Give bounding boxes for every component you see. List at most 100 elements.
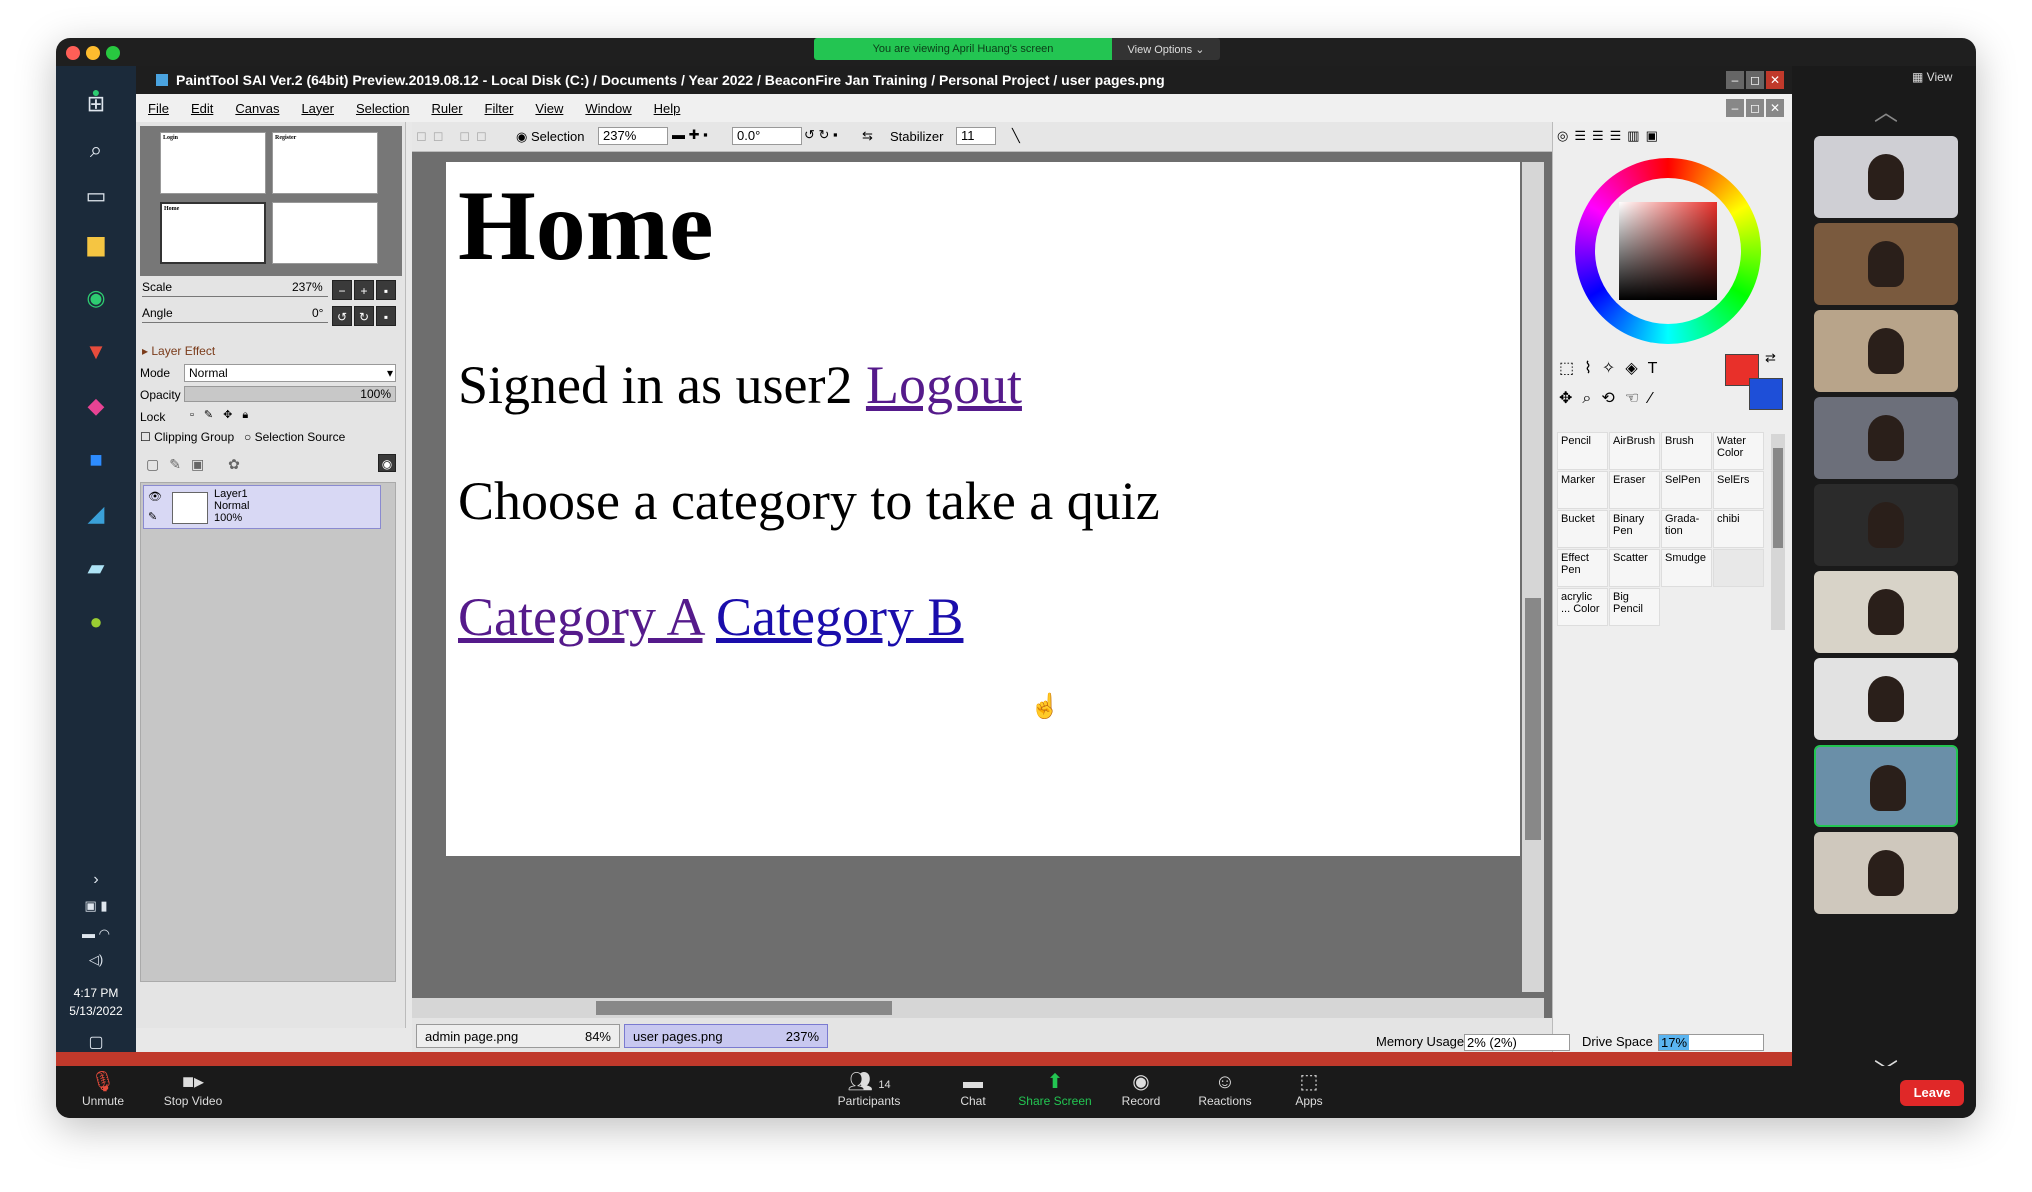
vertical-scroll-thumb[interactable]: [1525, 598, 1541, 840]
color-mode-tabs[interactable]: ◎☰☰☰▥▣: [1557, 128, 1664, 144]
layer-effect-toggle[interactable]: ▸ Layer Effect: [142, 344, 215, 358]
share-screen-button[interactable]: ⬆ Share Screen: [1010, 1070, 1100, 1116]
participant-video-tile[interactable]: [1814, 397, 1958, 479]
angle-reset-button[interactable]: ▪: [376, 306, 396, 326]
menu-canvas[interactable]: Canvas: [235, 101, 279, 116]
zoom-buttons[interactable]: ▬ ✚ ▪: [672, 127, 708, 143]
notifications-icon[interactable]: ▢: [74, 1032, 118, 1052]
participant-video-tile[interactable]: [1814, 136, 1958, 218]
color-wheel[interactable]: [1575, 158, 1761, 344]
clipping-group-checkbox[interactable]: ☐ Clipping Group: [140, 430, 234, 444]
tool-gradation[interactable]: Grada-tion: [1661, 510, 1712, 548]
notes-app-icon[interactable]: ▰: [74, 546, 118, 590]
windows-start-icon[interactable]: ⊞: [74, 82, 118, 126]
doc-restore-button[interactable]: ◻: [1746, 99, 1764, 117]
tool-big-pencil[interactable]: Big Pencil: [1609, 588, 1660, 626]
menu-file[interactable]: File: [148, 101, 169, 116]
layer-row[interactable]: 👁︎ ✎ Layer1 Normal 100%: [143, 485, 381, 529]
maximize-window-button[interactable]: [106, 46, 120, 60]
brave-browser-icon[interactable]: ▼: [74, 330, 118, 374]
tool-brush[interactable]: Brush: [1661, 432, 1712, 470]
view-options-button[interactable]: View Options ⌄: [1112, 38, 1220, 60]
participant-video-tile[interactable]: [1814, 832, 1958, 914]
tool-water-color[interactable]: Water Color: [1713, 432, 1764, 470]
participant-video-tile[interactable]: [1814, 223, 1958, 305]
view-button[interactable]: ▦ View: [1912, 70, 1952, 84]
file-explorer-icon[interactable]: ▆: [74, 222, 118, 266]
wechat-icon[interactable]: ◉: [74, 276, 118, 320]
rotate-buttons[interactable]: ↺ ↻ ▪: [804, 127, 838, 143]
angle-select[interactable]: 0.0°: [732, 127, 802, 145]
blend-mode-select[interactable]: Normal ▾: [184, 364, 396, 382]
vertical-scrollbar[interactable]: [1522, 162, 1544, 992]
tool-acrylic-color[interactable]: acrylic ... Color: [1557, 588, 1608, 626]
record-button[interactable]: ◉ Record: [1096, 1070, 1186, 1116]
leave-button[interactable]: Leave: [1900, 1080, 1964, 1106]
horizontal-scrollbar[interactable]: [412, 998, 1544, 1018]
layer-action-icons[interactable]: ▢✎▣ ✿: [146, 456, 250, 473]
selection-tools-row2[interactable]: ✥⌕⟲☜⁄: [1559, 388, 1662, 408]
reactions-button[interactable]: ☺ Reactions: [1180, 1070, 1270, 1116]
scale-plus-button[interactable]: +: [354, 280, 374, 300]
tool-smudge[interactable]: Smudge: [1661, 549, 1712, 587]
color-square[interactable]: [1619, 202, 1717, 300]
participant-video-tile[interactable]: [1814, 310, 1958, 392]
horizontal-scroll-thumb[interactable]: [596, 1001, 892, 1015]
doc-tab-admin[interactable]: admin page.png 84%: [416, 1024, 620, 1048]
pen-lock-icon[interactable]: ✎: [148, 510, 157, 523]
category-a-link[interactable]: Category A: [458, 587, 702, 647]
tennis-app-icon[interactable]: ●: [74, 600, 118, 644]
restore-button[interactable]: ◻: [1746, 71, 1764, 89]
secondary-color-swatch[interactable]: [1749, 378, 1783, 410]
volume-icon[interactable]: ◁): [74, 938, 118, 982]
doc-minimize-button[interactable]: –: [1726, 99, 1744, 117]
history-buttons[interactable]: ◻◻ ◻◻: [416, 128, 493, 144]
minimize-button[interactable]: –: [1726, 71, 1744, 89]
menu-ruler[interactable]: Ruler: [431, 101, 462, 116]
close-button[interactable]: ✕: [1766, 71, 1784, 89]
doc-close-button[interactable]: ✕: [1766, 99, 1784, 117]
selection-tools-row1[interactable]: ⬚⌇✧◈T: [1559, 358, 1667, 378]
menu-window[interactable]: Window: [585, 101, 631, 116]
eye-icon[interactable]: 👁︎: [148, 490, 162, 503]
lock-icons[interactable]: ▫✎✥🔒︎: [190, 408, 258, 422]
rotate-cw-button[interactable]: ↻: [354, 306, 374, 326]
participants-button[interactable]: 👥︎ 14 Participants: [824, 1070, 914, 1116]
menu-help[interactable]: Help: [654, 101, 681, 116]
participant-video-tile[interactable]: [1814, 658, 1958, 740]
close-window-button[interactable]: [66, 46, 80, 60]
tool-chibi[interactable]: chibi: [1713, 510, 1764, 548]
chevron-up-icon[interactable]: ︿: [1874, 92, 1898, 127]
apps-button[interactable]: ⬚ Apps: [1264, 1070, 1354, 1116]
tool-eraser[interactable]: Eraser: [1609, 471, 1660, 509]
tool-scatter[interactable]: Scatter: [1609, 549, 1660, 587]
tool-marker[interactable]: Marker: [1557, 471, 1608, 509]
logout-link[interactable]: Logout: [866, 355, 1022, 415]
angle-slider[interactable]: [142, 322, 328, 323]
category-b-link[interactable]: Category B: [716, 587, 963, 647]
tool-airbrush[interactable]: AirBrush: [1609, 432, 1660, 470]
navigator-preview[interactable]: Login Register Home: [140, 126, 402, 276]
tool-selpen[interactable]: SelPen: [1661, 471, 1712, 509]
tool-scrollbar[interactable]: [1771, 434, 1785, 630]
scale-minus-button[interactable]: −: [332, 280, 352, 300]
tool-binary-pen[interactable]: Binary Pen: [1609, 510, 1660, 548]
tool-pencil[interactable]: Pencil: [1557, 432, 1608, 470]
menu-selection[interactable]: Selection: [356, 101, 409, 116]
tool-effect-pen[interactable]: Effect Pen: [1557, 549, 1608, 587]
menu-layer[interactable]: Layer: [301, 101, 334, 116]
selection-source-checkbox[interactable]: ○ Selection Source: [244, 430, 345, 444]
scale-reset-button[interactable]: ▪: [376, 280, 396, 300]
tool-selers[interactable]: SelErs: [1713, 471, 1764, 509]
participant-video-tile[interactable]: [1814, 745, 1958, 827]
selection-toggle[interactable]: ◉ Selection: [516, 129, 584, 145]
participant-video-tile[interactable]: [1814, 484, 1958, 566]
task-view-icon[interactable]: ▭: [74, 174, 118, 218]
doc-tab-user-pages[interactable]: user pages.png 237%: [624, 1024, 828, 1048]
tool-bucket[interactable]: Bucket: [1557, 510, 1608, 548]
painttool-sai-icon[interactable]: ◆: [74, 384, 118, 428]
canvas-document[interactable]: Home Signed in as user2 Logout Choose a …: [446, 162, 1520, 856]
stop-video-button[interactable]: ■▸ Stop Video: [148, 1070, 238, 1116]
minimize-window-button[interactable]: [86, 46, 100, 60]
opacity-slider[interactable]: 100%: [184, 386, 396, 402]
